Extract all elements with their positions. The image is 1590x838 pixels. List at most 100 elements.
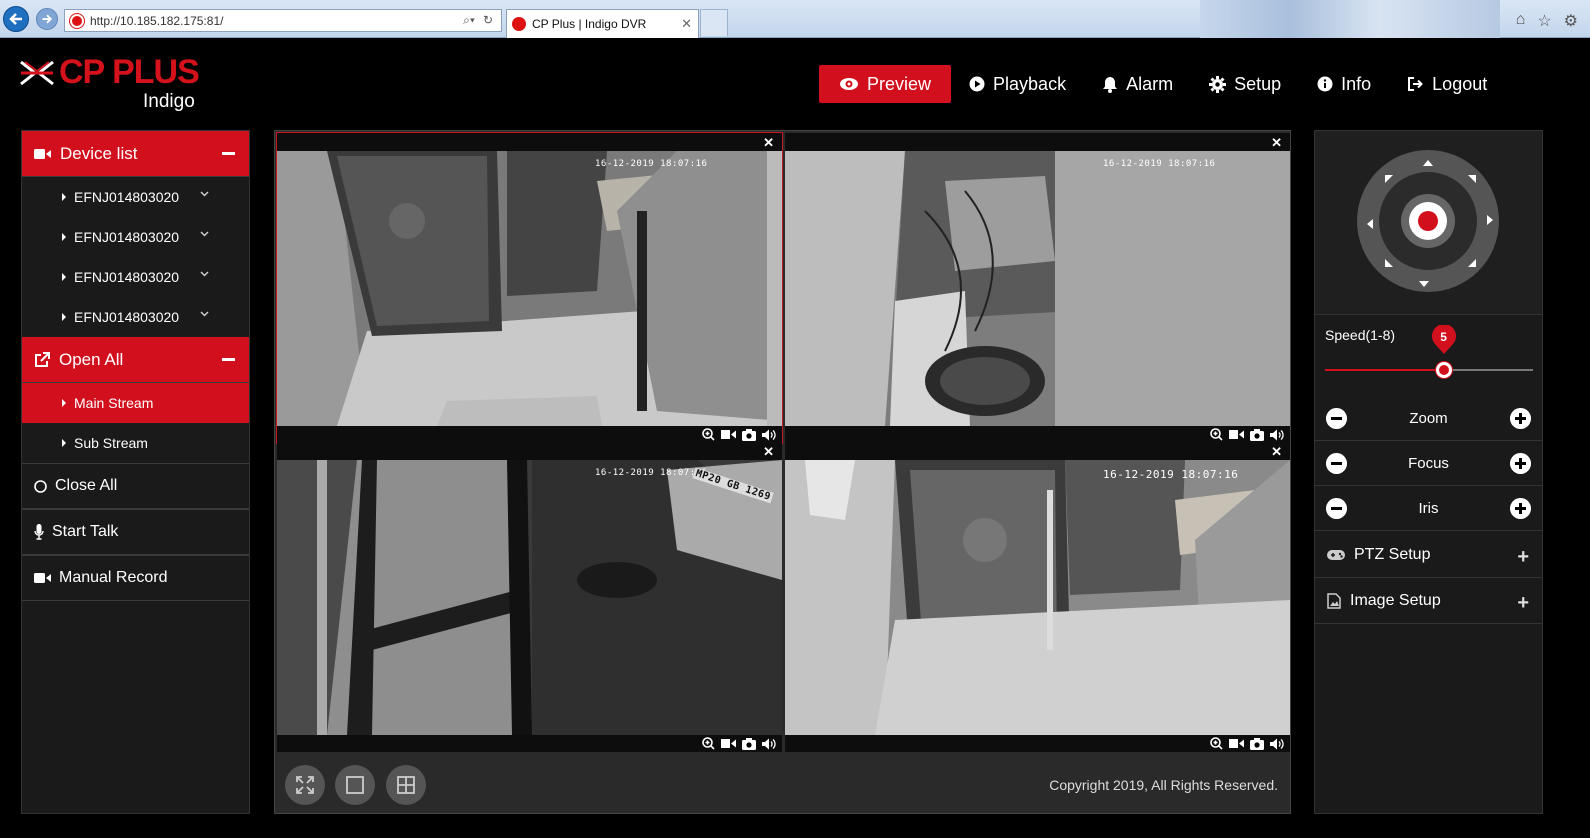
- device-item[interactable]: EFNJ014803020: [22, 257, 249, 297]
- manual-record-label: Manual Record: [59, 569, 168, 586]
- open-all-header[interactable]: Open All: [22, 337, 249, 383]
- camera-view[interactable]: ✕ 16-12-2019 18:07:16: [785, 442, 1290, 752]
- main-nav: Preview Playback Alarm Setup Info Logout: [819, 65, 1505, 103]
- caret-right-icon: [62, 233, 66, 241]
- volume-icon[interactable]: [762, 738, 776, 750]
- sub-stream-label: Sub Stream: [74, 435, 148, 451]
- image-setup-row[interactable]: Image Setup +: [1315, 578, 1542, 624]
- speed-slider-knob[interactable]: [1435, 362, 1452, 378]
- browser-back-button[interactable]: [3, 6, 29, 32]
- zoom-in-button[interactable]: [1510, 408, 1531, 429]
- browser-tab[interactable]: CP Plus | Indigo DVR ✕: [506, 9, 699, 38]
- refresh-icon[interactable]: ↻: [483, 13, 493, 28]
- site-favicon-icon: [70, 13, 84, 28]
- expand-plus-icon[interactable]: +: [1517, 546, 1529, 569]
- address-url[interactable]: http://10.185.182.175:81/: [90, 14, 463, 28]
- camera-snapshot-icon[interactable]: [1250, 428, 1264, 441]
- sub-stream-item[interactable]: Sub Stream: [22, 423, 249, 463]
- zoom-in-icon[interactable]: [1210, 428, 1223, 441]
- chevron-down-icon[interactable]: [200, 231, 209, 237]
- device-item-label: EFNJ014803020: [74, 229, 180, 245]
- chevron-down-icon[interactable]: [200, 271, 209, 277]
- browser-forward-button[interactable]: [36, 8, 58, 30]
- logout-icon: [1408, 77, 1424, 91]
- external-link-icon: [35, 351, 50, 367]
- nav-setup[interactable]: Setup: [1191, 65, 1299, 103]
- nav-setup-label: Setup: [1234, 73, 1282, 94]
- volume-icon[interactable]: [762, 429, 776, 441]
- zoom-in-icon[interactable]: [702, 737, 715, 750]
- start-talk-button[interactable]: Start Talk: [22, 509, 249, 555]
- camera-view[interactable]: ✕ 16-12-2019 18:07:16: [276, 132, 783, 444]
- focus-label: Focus: [1408, 454, 1449, 472]
- close-all-label: Close All: [55, 477, 118, 494]
- zoom-in-icon[interactable]: [1210, 737, 1223, 750]
- speed-value: 5: [1440, 330, 1447, 344]
- ptz-setup-row[interactable]: PTZ Setup +: [1315, 532, 1542, 578]
- address-bar[interactable]: http://10.185.182.175:81/ ⌕▾ ↻: [64, 9, 502, 32]
- close-view-icon[interactable]: ✕: [763, 444, 774, 460]
- chevron-down-icon[interactable]: [200, 311, 209, 317]
- device-item[interactable]: EFNJ014803020: [22, 177, 249, 217]
- zoom-out-button[interactable]: [1326, 408, 1347, 429]
- focus-row: Focus: [1315, 441, 1542, 486]
- camera-view[interactable]: ✕ 16-12-2019 18:07:16: [785, 133, 1290, 443]
- camera-view[interactable]: ✕ 16-12-2019 18:07:16 MP20 GB 1269: [277, 442, 782, 752]
- expand-plus-icon[interactable]: +: [1517, 592, 1529, 615]
- camera-timestamp: 16-12-2019 18:07:16: [1103, 159, 1216, 169]
- device-list-header[interactable]: Device list: [22, 131, 249, 177]
- iris-plus-button[interactable]: [1510, 498, 1531, 519]
- zoom-in-icon[interactable]: [702, 428, 715, 441]
- new-tab-button[interactable]: [700, 9, 728, 36]
- device-item[interactable]: EFNJ014803020: [22, 297, 249, 337]
- camera-snapshot-icon[interactable]: [1250, 737, 1264, 750]
- record-icon[interactable]: [721, 738, 736, 749]
- camera-snapshot-icon[interactable]: [742, 428, 756, 441]
- close-view-icon[interactable]: ✕: [1271, 135, 1282, 151]
- play-circle-icon: [969, 76, 985, 92]
- main-stream-label: Main Stream: [74, 395, 154, 411]
- nav-info-label: Info: [1341, 73, 1372, 94]
- nav-preview[interactable]: Preview: [819, 65, 952, 103]
- video-camera-icon: [34, 573, 51, 583]
- close-all-button[interactable]: Close All: [22, 463, 249, 509]
- record-icon[interactable]: [1229, 429, 1244, 440]
- record-icon[interactable]: [1229, 738, 1244, 749]
- zoom-row: Zoom: [1315, 396, 1542, 441]
- speed-value-bubble: 5: [1431, 325, 1457, 355]
- iris-label: Iris: [1418, 499, 1439, 517]
- nav-alarm[interactable]: Alarm: [1084, 65, 1191, 103]
- nav-playback[interactable]: Playback: [951, 65, 1084, 103]
- manual-record-button[interactable]: Manual Record: [22, 555, 249, 601]
- home-icon[interactable]: ⌂: [1516, 11, 1526, 31]
- camera-snapshot-icon[interactable]: [742, 737, 756, 750]
- tab-close-icon[interactable]: ✕: [681, 16, 692, 32]
- quad-grid-icon: [397, 776, 415, 794]
- volume-icon[interactable]: [1270, 738, 1284, 750]
- brand-product: Indigo: [143, 91, 195, 112]
- close-view-icon[interactable]: ✕: [763, 135, 774, 151]
- collapse-minus-icon[interactable]: [222, 358, 235, 361]
- nav-logout[interactable]: Logout: [1389, 65, 1505, 103]
- close-view-icon[interactable]: ✕: [1271, 444, 1282, 460]
- caret-right-icon: [62, 439, 66, 447]
- search-icon[interactable]: ⌕▾: [463, 13, 475, 28]
- favorites-star-icon[interactable]: ☆: [1537, 11, 1551, 31]
- collapse-minus-icon[interactable]: [222, 152, 235, 155]
- speed-slider-fill: [1325, 369, 1444, 371]
- info-icon: [1317, 76, 1333, 92]
- ptz-panel: Speed(1-8) 5 Zoom Focus Iris PTZ Setup +…: [1314, 130, 1543, 814]
- focus-minus-button[interactable]: [1326, 453, 1347, 474]
- focus-plus-button[interactable]: [1510, 453, 1531, 474]
- settings-gear-icon[interactable]: ⚙: [1564, 11, 1578, 31]
- nav-info[interactable]: Info: [1299, 65, 1389, 103]
- chevron-down-icon[interactable]: [200, 191, 209, 197]
- device-item[interactable]: EFNJ014803020: [22, 217, 249, 257]
- fullscreen-button[interactable]: [285, 765, 325, 805]
- iris-minus-button[interactable]: [1326, 498, 1347, 519]
- volume-icon[interactable]: [1270, 429, 1284, 441]
- quad-view-button[interactable]: [386, 765, 426, 805]
- single-view-button[interactable]: [335, 765, 375, 805]
- record-icon[interactable]: [721, 429, 736, 440]
- main-stream-item[interactable]: Main Stream: [22, 383, 249, 423]
